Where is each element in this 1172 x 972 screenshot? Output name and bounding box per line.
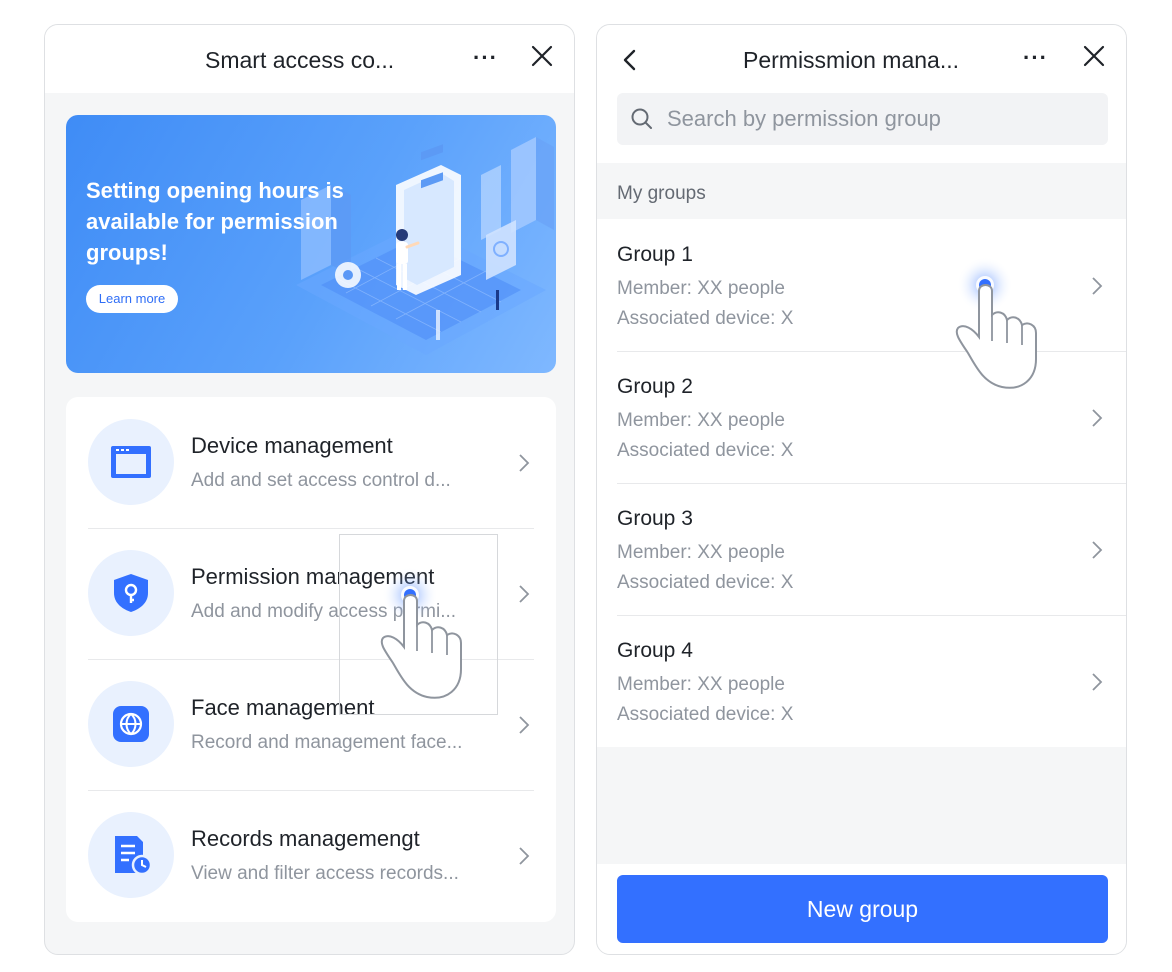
chevron-right-icon [519, 585, 530, 603]
chevron-right-icon [1092, 673, 1103, 691]
chevron-right-icon [519, 454, 530, 472]
group-name: Group 1 [617, 243, 693, 266]
learn-more-button[interactable]: Learn more [86, 285, 178, 313]
search-icon [631, 108, 652, 129]
chevron-right-icon [1092, 409, 1103, 427]
nav-bar: Smart access co... ··· [45, 25, 574, 93]
face-globe-icon [88, 681, 174, 767]
page-title: Smart access co... [205, 47, 395, 73]
records-clock-icon [88, 812, 174, 898]
group-associated-device: Associated device: X [617, 572, 794, 593]
group-associated-device: Associated device: X [617, 704, 794, 725]
more-icon[interactable]: ··· [473, 45, 498, 71]
list-item-group[interactable]: Group 4 Member: XX people Associated dev… [597, 615, 1126, 747]
group-name: Group 3 [617, 507, 693, 530]
bottom-action-bar: New group [597, 864, 1126, 954]
section-label-my-groups: My groups [617, 183, 706, 204]
search-box[interactable] [617, 93, 1108, 145]
new-group-button[interactable]: New group [617, 875, 1108, 943]
banner-title: Setting opening hours is available for p… [86, 178, 344, 265]
list-item-group[interactable]: Group 1 Member: XX people Associated dev… [597, 219, 1126, 351]
shield-key-icon [88, 550, 174, 636]
chevron-right-icon [519, 716, 530, 734]
close-icon[interactable] [531, 45, 553, 67]
menu-item-device-management[interactable]: Device management Add and set access con… [66, 397, 556, 528]
chevron-right-icon [1092, 277, 1103, 295]
group-associated-device: Associated device: X [617, 308, 794, 329]
permission-management-screen: Permissmion mana... ··· My groups Group … [596, 24, 1127, 955]
nav-bar: Permissmion mana... ··· [597, 25, 1126, 93]
smart-access-screen: Smart access co... ··· Setting opening h… [44, 24, 575, 955]
group-member-count: Member: XX people [617, 542, 785, 563]
more-icon[interactable]: ··· [1023, 45, 1048, 71]
device-icon [88, 419, 174, 505]
chevron-right-icon [519, 847, 530, 865]
chevron-right-icon [1092, 541, 1103, 559]
menu-item-title: Device management [191, 433, 393, 458]
group-name: Group 4 [617, 639, 693, 662]
page-title: Permissmion mana... [743, 47, 960, 73]
list-item-group[interactable]: Group 2 Member: XX people Associated dev… [597, 351, 1126, 483]
menu-item-title: Records managemengt [191, 826, 420, 851]
list-item-group[interactable]: Group 3 Member: XX people Associated dev… [597, 483, 1126, 615]
menu-item-records-management[interactable]: Records managemengt View and filter acce… [66, 790, 556, 921]
back-icon[interactable] [621, 49, 639, 71]
search-input[interactable] [667, 93, 1097, 145]
group-name: Group 2 [617, 375, 693, 398]
group-member-count: Member: XX people [617, 674, 785, 695]
group-associated-device: Associated device: X [617, 440, 794, 461]
menu-item-subtitle: Add and set access control d... [191, 470, 451, 491]
menu-item-subtitle: View and filter access records... [191, 863, 459, 884]
close-icon[interactable] [1083, 45, 1105, 67]
tap-highlight-box [339, 534, 498, 715]
menu-item-subtitle: Record and management face... [191, 732, 463, 753]
promo-banner[interactable]: Setting opening hours is available for p… [66, 115, 556, 373]
group-list: Group 1 Member: XX people Associated dev… [597, 219, 1126, 747]
search-bar [597, 93, 1126, 163]
group-member-count: Member: XX people [617, 278, 785, 299]
group-member-count: Member: XX people [617, 410, 785, 431]
